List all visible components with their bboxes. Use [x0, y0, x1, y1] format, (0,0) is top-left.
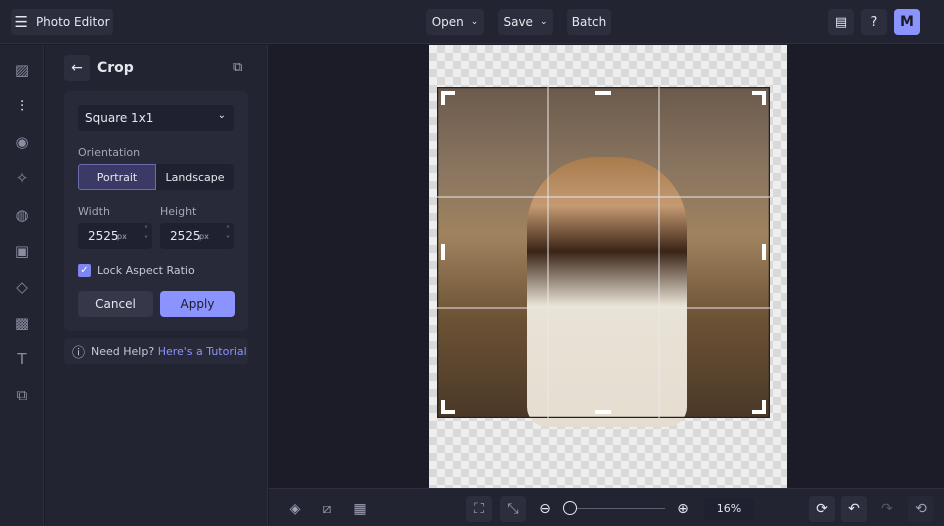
chevron-down-icon: ⌄ — [470, 17, 479, 27]
back-arrow-icon[interactable]: ← — [64, 55, 90, 81]
zoom-slider-handle[interactable] — [563, 501, 577, 515]
batch-label: Batch — [571, 15, 607, 29]
rotate-icon[interactable]: ⟳ — [809, 496, 835, 522]
image-canvas[interactable] — [429, 45, 787, 488]
save-button[interactable]: Save ⌄ — [498, 9, 553, 35]
hamburger-icon: ☰ — [14, 13, 28, 31]
feedback-icon[interactable]: ▤ — [828, 9, 854, 35]
width-input[interactable]: 2525 px ˄ ˅ — [78, 223, 152, 249]
apply-label: Apply — [180, 297, 215, 311]
width-value: 2525 — [88, 229, 119, 243]
width-unit: px — [117, 232, 127, 241]
orientation-label: Orientation — [78, 146, 141, 159]
layers-icon[interactable]: ◈ — [282, 496, 308, 522]
crop-settings-card: Square 1x1 ⌄ Orientation Portrait Landsc… — [64, 91, 248, 331]
avatar[interactable]: M — [894, 9, 920, 35]
app-title: Photo Editor — [35, 15, 110, 29]
palette-icon[interactable]: ◍ — [12, 205, 32, 225]
zoom-out-icon[interactable]: ⊖ — [532, 496, 558, 522]
history-icon[interactable]: ⟲ — [908, 496, 934, 522]
duplicate-icon[interactable]: ⧉ — [233, 60, 242, 75]
avatar-initial: M — [900, 14, 914, 30]
grid-icon[interactable]: ▦ — [347, 496, 373, 522]
compare-icon[interactable]: ⧄ — [314, 496, 340, 522]
help-text: Need Help? — [91, 344, 155, 358]
top-bar: ☰ Photo Editor Open ⌄ Save ⌄ Batch ▤ ? M — [0, 0, 944, 44]
help-box: ⓘ Need Help? Here's a Tutorial — [64, 338, 248, 364]
tool-rail: ▨ ⫶ ◉ ✧ ◍ ▣ ◇ ▩ T ⧉ — [0, 45, 44, 526]
save-label: Save — [503, 15, 533, 29]
crop-grid[interactable] — [437, 87, 770, 418]
open-label: Open — [431, 15, 464, 29]
fit-screen-icon[interactable]: ⛶ — [466, 496, 492, 522]
bottom-toolbar: ◈ ⧄ ▦ ⛶ ⤡ ⊖ ⊕ 16% ⟳ ↶ ↷ ⟲ — [269, 488, 944, 526]
preset-value: Square 1x1 — [85, 111, 154, 125]
zoom-slider[interactable] — [569, 508, 665, 509]
batch-button[interactable]: Batch — [567, 9, 611, 35]
menu-button[interactable]: ☰ Photo Editor — [11, 9, 113, 35]
stepper-icon[interactable]: ˄ ˅ — [144, 225, 148, 245]
undo-icon[interactable]: ↶ — [841, 496, 867, 522]
text-icon[interactable]: T — [12, 349, 32, 369]
lock-aspect-checkbox[interactable]: ✓ — [78, 264, 91, 277]
stepper-icon[interactable]: ˄ ˅ — [226, 225, 230, 245]
shapes-icon[interactable]: ◇ — [12, 277, 32, 297]
zoom-in-icon[interactable]: ⊕ — [670, 496, 696, 522]
frame-icon[interactable]: ▣ — [12, 241, 32, 261]
help-icon[interactable]: ? — [861, 9, 887, 35]
apply-button[interactable]: Apply — [160, 291, 235, 317]
landscape-button[interactable]: Landscape — [156, 164, 234, 190]
portrait-label: Portrait — [96, 170, 138, 184]
effects-icon[interactable]: ✧ — [12, 168, 32, 188]
zoom-level[interactable]: 16% — [704, 498, 754, 520]
adjust-icon[interactable]: ⫶ — [12, 96, 32, 116]
eye-icon[interactable]: ◉ — [12, 132, 32, 152]
chevron-down-icon: ⌄ — [217, 110, 226, 121]
cancel-label: Cancel — [95, 297, 136, 311]
height-input[interactable]: 2525 px ˄ ˅ — [160, 223, 234, 249]
chevron-down-icon: ⌄ — [539, 17, 548, 27]
shrink-icon[interactable]: ⤡ — [500, 496, 526, 522]
image-icon[interactable]: ▨ — [12, 60, 32, 80]
preset-select[interactable]: Square 1x1 ⌄ — [78, 105, 234, 131]
portrait-button[interactable]: Portrait — [78, 164, 156, 190]
cancel-button[interactable]: Cancel — [78, 291, 153, 317]
lock-aspect-label: Lock Aspect Ratio — [97, 264, 195, 277]
height-label: Height — [160, 205, 197, 218]
landscape-label: Landscape — [165, 170, 225, 184]
crop-panel: ← Crop ⧉ Square 1x1 ⌄ Orientation Portra… — [45, 45, 268, 526]
redo-icon[interactable]: ↷ — [874, 496, 900, 522]
tutorial-link[interactable]: Here's a Tutorial — [158, 345, 247, 358]
panel-title: Crop — [97, 60, 134, 76]
texture-icon[interactable]: ▩ — [12, 313, 32, 333]
width-label: Width — [78, 205, 110, 218]
info-icon: ⓘ — [72, 345, 86, 361]
height-value: 2525 — [170, 229, 201, 243]
open-button[interactable]: Open ⌄ — [426, 9, 484, 35]
height-unit: px — [199, 232, 209, 241]
overlay-icon[interactable]: ⧉ — [12, 385, 32, 405]
